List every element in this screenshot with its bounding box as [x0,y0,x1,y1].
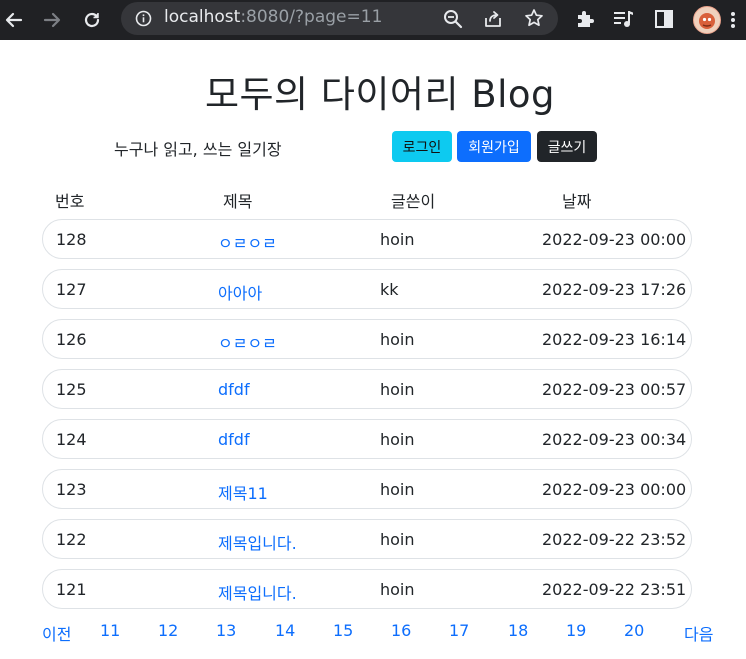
profile-avatar[interactable] [693,6,721,34]
post-title-link[interactable]: dfdf [218,380,250,399]
post-writer: hoin [380,330,415,349]
post-date: 2022-09-23 00:00 [542,480,687,499]
post-writer: hoin [380,430,415,449]
post-title-link[interactable]: 아아아 [218,280,262,304]
zoom-icon[interactable] [443,9,463,33]
post-row: 121 제목입니다. hoin 2022-09-22 23:51 [42,569,692,609]
post-number: 123 [56,480,87,499]
page-slogan: 누구나 읽고, 쓰는 일기장 [114,140,282,159]
side-panel-icon[interactable] [654,9,674,33]
post-writer: hoin [380,530,415,549]
pagination-page-15[interactable]: 15 [333,621,353,640]
post-number: 125 [56,380,87,399]
share-icon[interactable] [483,9,503,33]
post-number: 122 [56,530,87,549]
post-writer: hoin [380,480,415,499]
post-title-link[interactable]: 제목11 [218,480,268,504]
post-date: 2022-09-23 00:34 [542,430,687,449]
post-row: 128 ㅇㄹㅇㄹ hoin 2022-09-23 00:00 [42,219,692,259]
post-writer: hoin [380,580,415,599]
site-info-icon[interactable] [135,10,152,31]
pagination-page-11[interactable]: 11 [100,621,120,640]
back-icon[interactable] [2,8,26,32]
pagination-page-13[interactable]: 13 [216,621,236,640]
post-number: 126 [56,330,87,349]
post-title-link[interactable]: ㅇㄹㅇㄹ [218,230,277,254]
column-header-title: 제목 [223,192,253,211]
browser-toolbar: localhost:8080/?page=11 [0,0,746,40]
post-number: 121 [56,580,87,599]
post-row: 125 dfdf hoin 2022-09-23 00:57 [42,369,692,409]
post-date: 2022-09-23 17:26 [542,280,687,299]
bookmark-star-icon[interactable] [524,8,544,32]
pagination-page-18[interactable]: 18 [508,621,528,640]
column-header-writer: 글쓴이 [391,192,436,211]
write-button[interactable]: 글쓰기 [537,131,597,162]
pagination-page-17[interactable]: 17 [449,621,469,640]
post-number: 124 [56,430,87,449]
post-date: 2022-09-23 16:14 [542,330,687,349]
pagination-page-19[interactable]: 19 [566,621,586,640]
pagination-page-16[interactable]: 16 [391,621,411,640]
post-title-link[interactable]: 제목입니다. [218,580,297,604]
post-row: 123 제목11 hoin 2022-09-23 00:00 [42,469,692,509]
post-date: 2022-09-23 00:57 [542,380,687,399]
page-title: 모두의 다이어리 Blog [204,73,556,116]
post-writer: hoin [380,230,415,249]
post-date: 2022-09-22 23:51 [542,580,687,599]
pagination-page-14[interactable]: 14 [275,621,295,640]
pagination-next[interactable]: 다음 [684,621,713,645]
post-row: 126 ㅇㄹㅇㄹ hoin 2022-09-23 16:14 [42,319,692,359]
extensions-icon[interactable] [574,8,596,34]
forward-icon[interactable] [40,8,64,32]
column-header-date: 날짜 [562,192,592,211]
post-date: 2022-09-22 23:52 [542,530,687,549]
post-number: 128 [56,230,87,249]
browser-menu-icon[interactable] [730,10,736,30]
post-number: 127 [56,280,87,299]
login-button[interactable]: 로그인 [392,131,452,162]
pagination-page-20[interactable]: 20 [624,621,644,640]
reload-icon[interactable] [80,8,104,32]
media-control-icon[interactable] [613,9,635,33]
post-title-link[interactable]: ㅇㄹㅇㄹ [218,330,277,354]
signup-button[interactable]: 회원가입 [457,131,531,162]
post-row: 124 dfdf hoin 2022-09-23 00:34 [42,419,692,459]
post-row: 122 제목입니다. hoin 2022-09-22 23:52 [42,519,692,559]
post-writer: kk [380,280,399,299]
post-row: 127 아아아 kk 2022-09-23 17:26 [42,269,692,309]
column-header-number: 번호 [55,192,85,211]
pagination-page-12[interactable]: 12 [158,621,178,640]
post-title-link[interactable]: dfdf [218,430,250,449]
post-writer: hoin [380,380,415,399]
post-title-link[interactable]: 제목입니다. [218,530,297,554]
url-text[interactable]: localhost:8080/?page=11 [164,7,382,27]
pagination-prev[interactable]: 이전 [42,621,71,645]
post-date: 2022-09-23 00:00 [542,230,687,249]
